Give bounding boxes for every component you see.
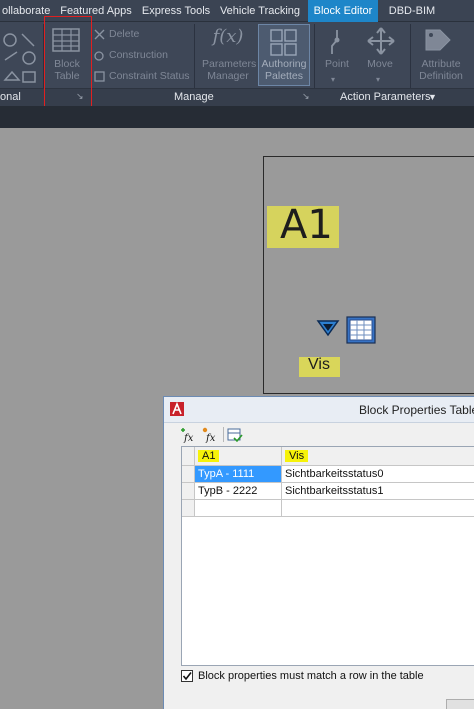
dialog-title-bar[interactable]: Block Properties Table	[164, 397, 474, 423]
file-tab-strip	[0, 106, 474, 128]
parameters-manager-line1: Parameters	[202, 58, 257, 70]
geometric-constraint-icons	[3, 33, 36, 83]
table-cell[interactable]	[282, 500, 474, 517]
parameters-manager-button[interactable]: Parameters Manager	[202, 58, 257, 82]
attribute-tag-a1[interactable]: A1	[280, 202, 333, 248]
constraint-status-button[interactable]: Constraint Status	[109, 70, 190, 82]
column-header-a1-text: A1	[198, 450, 220, 462]
palettes-icon	[270, 29, 297, 56]
move-action-icon[interactable]	[366, 26, 396, 56]
svg-text:fx: fx	[205, 433, 216, 443]
annotation-highlight-box	[44, 16, 92, 109]
match-row-checkbox[interactable]	[181, 670, 193, 682]
properties-grid[interactable]: A1 Vis TypA - 1111 Sichtbarkeitsstatus0 …	[181, 446, 474, 666]
add-properties-icon[interactable]: fx	[201, 427, 219, 443]
tab-dbd-bim[interactable]: DBD-BIM	[382, 0, 442, 22]
toolbar-separator	[223, 427, 224, 442]
authoring-palettes-label: Authoring Palettes	[258, 58, 310, 82]
parameters-manager-line2: Manager	[207, 70, 249, 82]
ok-button[interactable]	[446, 699, 474, 709]
table-cell[interactable]: TypB - 2222	[195, 483, 282, 500]
row-header[interactable]	[182, 500, 195, 517]
table-cell[interactable]	[195, 500, 282, 517]
dialog-title: Block Properties Table	[359, 403, 474, 417]
point-parameter-icon[interactable]	[326, 28, 348, 56]
manage-launcher-icon[interactable]: ↘	[302, 91, 310, 102]
autocad-app-icon	[170, 402, 184, 416]
dialog-toolbar: fx fx	[173, 425, 474, 445]
point-button[interactable]: Point	[320, 58, 354, 70]
tab-express-tools[interactable]: Express Tools	[138, 0, 214, 22]
visibility-parameter-label[interactable]: Vis	[308, 356, 330, 374]
group-label-action-parameters[interactable]: Action Parameters	[340, 89, 430, 105]
column-header-a1[interactable]: A1	[195, 447, 282, 466]
function-icon[interactable]: f(x)	[208, 26, 248, 48]
new-property-icon[interactable]: fx	[179, 427, 197, 443]
svg-text:fx: fx	[183, 433, 194, 443]
authoring-palettes-line2: Palettes	[265, 70, 303, 82]
tab-block-editor[interactable]: Block Editor	[308, 0, 378, 22]
match-row-checkbox-label[interactable]: Block properties must match a row in the…	[198, 669, 424, 684]
delete-constraint-button[interactable]: Delete	[109, 28, 139, 40]
authoring-palettes-line1: Authoring	[261, 58, 307, 70]
block-boundary	[263, 156, 474, 394]
attribute-definition-button[interactable]: Attribute Definition	[412, 58, 470, 82]
table-cell[interactable]: TypA - 1111	[195, 466, 282, 483]
attribute-definition-line1: Attribute	[421, 58, 461, 70]
attribute-definition-line2: Definition	[419, 70, 463, 82]
tab-vehicle-tracking[interactable]: Vehicle Tracking	[216, 0, 304, 22]
constraint-small-icons	[94, 29, 105, 82]
group-label-manage: Manage	[174, 91, 214, 103]
column-header-vis-text: Vis	[285, 450, 309, 462]
move-dropdown-icon[interactable]: ▾	[376, 74, 380, 86]
move-button[interactable]: Move	[362, 58, 398, 70]
attribute-definition-icon[interactable]	[422, 26, 452, 56]
block-table-parameter-icon[interactable]	[346, 316, 376, 344]
point-dropdown-icon[interactable]: ▾	[331, 74, 335, 86]
column-header-vis[interactable]: Vis	[282, 447, 474, 466]
row-header[interactable]	[182, 483, 195, 500]
table-cell[interactable]: Sichtbarkeitsstatus0	[282, 466, 474, 483]
action-parameters-dropdown-icon[interactable]: ▼	[428, 89, 437, 105]
checkmark-icon	[182, 672, 192, 681]
table-cell[interactable]: Sichtbarkeitsstatus1	[282, 483, 474, 500]
construction-button[interactable]: Construction	[109, 49, 168, 61]
grid-corner-header	[182, 447, 195, 466]
audit-table-icon[interactable]	[227, 427, 243, 443]
row-header[interactable]	[182, 466, 195, 483]
block-properties-table-dialog: Block Properties Table fx fx A1 Vis TypA…	[163, 396, 474, 709]
visibility-grip-icon[interactable]	[316, 318, 340, 338]
match-row-checkbox-row[interactable]: Block properties must match a row in the…	[181, 669, 474, 685]
group-label-constraint: onal	[0, 91, 21, 103]
